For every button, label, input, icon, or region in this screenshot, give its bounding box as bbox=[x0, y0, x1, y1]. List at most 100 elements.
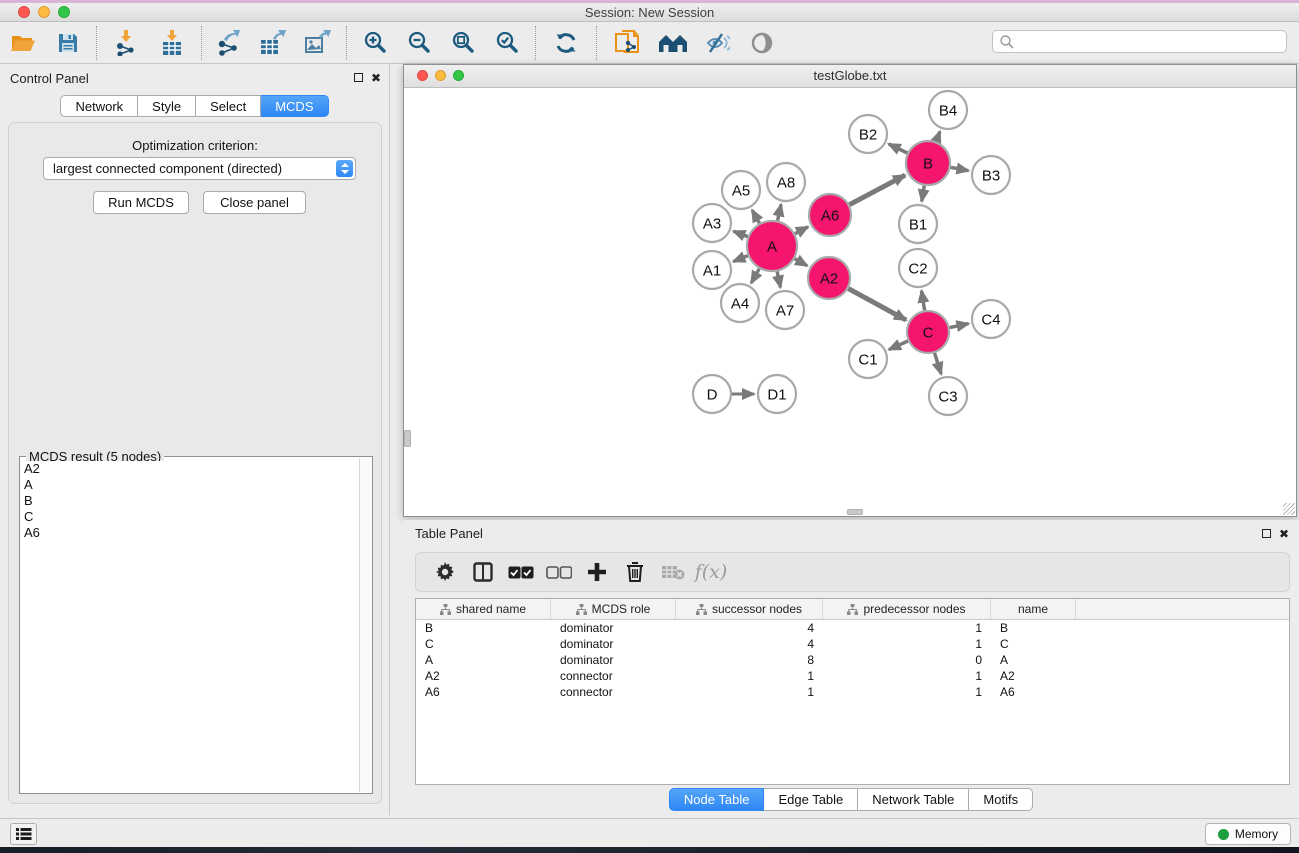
graph-edge-A-A2[interactable] bbox=[795, 259, 808, 266]
network-resize-grip[interactable] bbox=[1283, 503, 1295, 515]
close-traffic-light[interactable] bbox=[18, 6, 30, 18]
graph-node-label: B3 bbox=[982, 167, 1000, 184]
delete-column-button[interactable] bbox=[616, 562, 654, 582]
create-column-button[interactable] bbox=[578, 563, 616, 581]
show-panels-button[interactable] bbox=[10, 823, 37, 845]
close-panel-icon[interactable]: ✖ bbox=[1279, 528, 1289, 540]
minimize-traffic-light[interactable] bbox=[38, 6, 50, 18]
tab-node-table[interactable]: Node Table bbox=[669, 788, 765, 811]
search-input[interactable] bbox=[1015, 32, 1286, 51]
main-titlebar: Session: New Session bbox=[0, 3, 1299, 22]
graph-edge-A-A5[interactable] bbox=[752, 210, 759, 223]
zoom-in-button[interactable] bbox=[353, 26, 397, 60]
graph-edge-C-C1[interactable] bbox=[889, 341, 908, 350]
search-field[interactable] bbox=[992, 30, 1287, 53]
zoom-selected-button[interactable] bbox=[485, 26, 529, 60]
graph-edge-A-A3[interactable] bbox=[733, 231, 747, 236]
zoom-traffic-light[interactable] bbox=[58, 6, 70, 18]
list-item[interactable]: B bbox=[21, 493, 359, 509]
new-network-from-selection-button[interactable] bbox=[603, 26, 651, 60]
network-horizontal-scrollbar[interactable] bbox=[847, 509, 863, 515]
float-panel-icon[interactable] bbox=[354, 72, 363, 84]
close-panel-button[interactable]: Close panel bbox=[203, 191, 306, 214]
mcds-panel-body: Optimization criterion: largest connecte… bbox=[8, 122, 382, 804]
tab-motifs[interactable]: Motifs bbox=[969, 788, 1033, 811]
table-row[interactable]: A6connector11A6 bbox=[416, 684, 1289, 700]
network-window-titlebar[interactable]: testGlobe.txt bbox=[404, 65, 1296, 88]
tab-network-table[interactable]: Network Table bbox=[858, 788, 969, 811]
tab-select[interactable]: Select bbox=[196, 95, 261, 117]
mcds-result-scrollbar[interactable] bbox=[359, 458, 371, 792]
zoom-out-button[interactable] bbox=[397, 26, 441, 60]
zoom-fit-button[interactable] bbox=[441, 26, 485, 60]
hide-selected-button[interactable] bbox=[695, 26, 739, 60]
open-session-button[interactable] bbox=[0, 26, 46, 60]
tab-style[interactable]: Style bbox=[138, 95, 196, 117]
columns-icon bbox=[473, 562, 493, 582]
graph-edge-C-C4[interactable] bbox=[950, 324, 969, 328]
memory-button[interactable]: Memory bbox=[1205, 823, 1291, 845]
control-panel-title: Control Panel bbox=[10, 71, 89, 86]
column-header[interactable]: name bbox=[991, 599, 1076, 619]
export-table-button[interactable] bbox=[250, 26, 294, 60]
graph-node-label: A bbox=[767, 238, 777, 255]
network-canvas[interactable]: AA1A2A3A4A5A6A7A8BB1B2B3B4CC1C2C3C4DD1 bbox=[404, 88, 1296, 516]
graph-edge-A6-B[interactable] bbox=[849, 175, 905, 205]
graph-node-label: B bbox=[923, 155, 933, 172]
column-header[interactable]: MCDS role bbox=[551, 599, 676, 619]
export-image-button[interactable] bbox=[294, 26, 340, 60]
list-item[interactable]: A6 bbox=[21, 525, 359, 541]
table-mode-button[interactable] bbox=[426, 562, 464, 582]
graph-edge-B-B4[interactable] bbox=[936, 132, 940, 142]
graph-edge-A-A1[interactable] bbox=[733, 256, 748, 262]
graph-node-label: B1 bbox=[909, 216, 927, 233]
graph-edge-A-A4[interactable] bbox=[751, 269, 759, 283]
first-neighbors-button[interactable] bbox=[651, 26, 695, 60]
graph-edge-C-C3[interactable] bbox=[935, 353, 942, 374]
export-network-button[interactable] bbox=[208, 26, 250, 60]
graph-edge-A-A7[interactable] bbox=[777, 271, 780, 287]
deselect-all-button[interactable] bbox=[540, 566, 578, 579]
table-row[interactable]: Adominator80A bbox=[416, 652, 1289, 668]
tab-mcds[interactable]: MCDS bbox=[261, 95, 328, 117]
run-mcds-button[interactable]: Run MCDS bbox=[93, 191, 189, 214]
table-row[interactable]: Bdominator41B bbox=[416, 620, 1289, 636]
import-network-button[interactable] bbox=[103, 26, 149, 60]
close-panel-icon[interactable]: ✖ bbox=[371, 72, 381, 84]
graph-edge-B-B1[interactable] bbox=[922, 186, 925, 202]
net-zoom-traffic-light[interactable] bbox=[453, 70, 464, 81]
refresh-icon bbox=[554, 31, 578, 55]
table-panel: Table Panel ✖ f(x) shared nameMCDS roles… bbox=[403, 520, 1299, 815]
column-header-label: predecessor nodes bbox=[863, 602, 965, 616]
list-item[interactable]: A2 bbox=[21, 461, 359, 477]
import-table-button[interactable] bbox=[149, 26, 195, 60]
network-vertical-scrollbar[interactable] bbox=[404, 430, 411, 447]
column-header[interactable]: shared name bbox=[416, 599, 551, 619]
graph-edge-B-B2[interactable] bbox=[889, 144, 908, 153]
net-minimize-traffic-light[interactable] bbox=[435, 70, 446, 81]
show-all-button[interactable] bbox=[739, 26, 785, 60]
float-panel-icon[interactable] bbox=[1262, 528, 1271, 540]
eye-icon bbox=[749, 31, 775, 55]
select-all-button[interactable] bbox=[502, 566, 540, 579]
graph-edge-C-C2[interactable] bbox=[922, 291, 925, 311]
graph-edge-A-A8[interactable] bbox=[778, 204, 782, 220]
tab-edge-table[interactable]: Edge Table bbox=[764, 788, 858, 811]
list-item[interactable]: C bbox=[21, 509, 359, 525]
column-header[interactable]: predecessor nodes bbox=[823, 599, 991, 619]
list-item[interactable]: A bbox=[21, 477, 359, 493]
graph-edge-A-A6[interactable] bbox=[795, 227, 808, 234]
column-header[interactable]: successor nodes bbox=[676, 599, 823, 619]
table-row[interactable]: A2connector11A2 bbox=[416, 668, 1289, 684]
apply-layout-button[interactable] bbox=[542, 26, 590, 60]
mcds-result-list[interactable]: A2ABCA6 bbox=[21, 461, 359, 792]
show-column-button[interactable] bbox=[464, 562, 502, 582]
table-row[interactable]: Cdominator41C bbox=[416, 636, 1289, 652]
save-session-button[interactable] bbox=[46, 26, 90, 60]
graph-edge-A2-C[interactable] bbox=[848, 289, 906, 320]
optimization-criterion-select[interactable]: largest connected component (directed) bbox=[43, 157, 356, 180]
tab-network[interactable]: Network bbox=[60, 95, 138, 117]
net-close-traffic-light[interactable] bbox=[417, 70, 428, 81]
graph-edge-B-B3[interactable] bbox=[951, 167, 969, 170]
houses-icon bbox=[658, 32, 688, 54]
